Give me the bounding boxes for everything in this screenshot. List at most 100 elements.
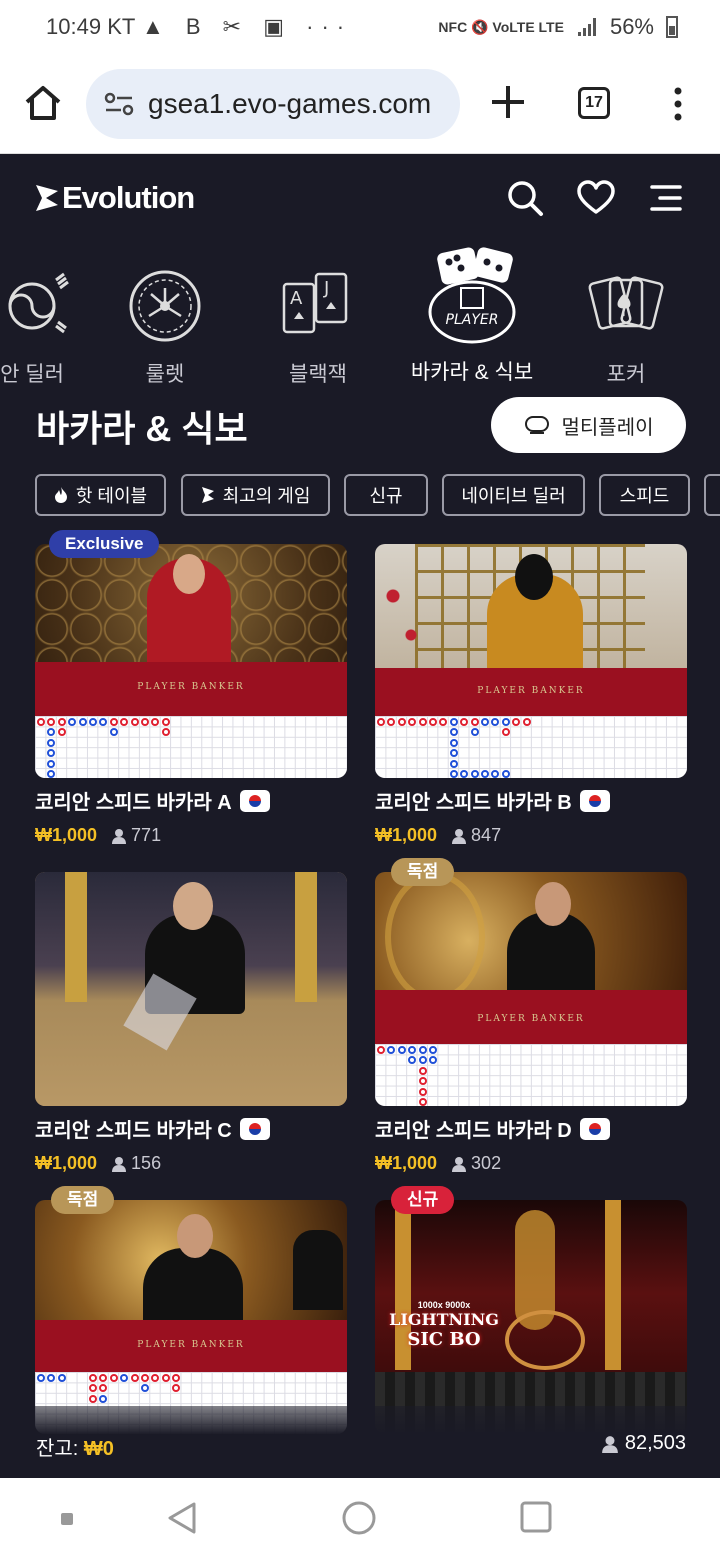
multiplay-button[interactable]: 멀티플레이 (491, 397, 686, 453)
game-thumbnail[interactable]: PLAYER BANKER (35, 1200, 347, 1434)
bead-road (375, 716, 687, 778)
game-name: 코리안 스피드 바카라 C (35, 1114, 347, 1143)
evolution-logo[interactable]: Evolution (34, 180, 195, 216)
game-card[interactable]: Exclusive PLAYER BANKER 코리안 스피드 바카라 A ₩1… (35, 530, 347, 846)
svg-text:A: A (290, 288, 303, 309)
user-icon (112, 1156, 127, 1172)
user-icon (112, 828, 127, 844)
player-count: 771 (111, 825, 161, 846)
table-labels: PLAYER BANKER (137, 1340, 245, 1350)
url-text: gsea1.evo-games.com (148, 88, 432, 119)
notification-icons: ▲ B ✂ ▣ ··· (142, 14, 353, 39)
game-meta: ₩1,000 302 (375, 1153, 687, 1174)
bead-road (375, 1044, 687, 1106)
page-title: 바카라 & 식보 (36, 408, 248, 449)
game-thumbnail[interactable]: PLAYER BANKER (375, 544, 687, 778)
more-menu-icon[interactable] (668, 86, 688, 122)
game-name: 코리안 스피드 바카라 D (375, 1114, 687, 1143)
min-bet: ₩1,000 (35, 1153, 98, 1173)
site-settings-icon[interactable] (104, 92, 134, 116)
korea-flag-icon (579, 1117, 610, 1140)
game-name: 코리안 스피드 바카라 A (35, 786, 347, 815)
korea-flag-icon (239, 789, 270, 812)
category-korean-dealer[interactable]: 안 딜러 (0, 246, 102, 388)
filter-more[interactable] (704, 474, 720, 516)
roulette-icon (129, 270, 201, 342)
game-card[interactable]: PLAYER BANKER 코리안 스피드 바카라 B ₩1,000 847 (375, 544, 687, 846)
back-icon[interactable] (164, 1500, 200, 1536)
overview-icon[interactable] (519, 1500, 553, 1534)
category-poker[interactable]: 포커 (556, 246, 696, 388)
filter-native-dealer[interactable]: 네이티브 딜러 (442, 474, 585, 516)
home-icon[interactable] (22, 82, 64, 124)
korean-dealer-icon (8, 272, 69, 334)
exclusive-badge: 독점 (391, 858, 455, 886)
min-bet: ₩1,000 (375, 825, 438, 845)
game-thumbnail[interactable] (35, 872, 347, 1106)
game-meta: ₩1,000 847 (375, 825, 687, 846)
player-label: PLAYER (446, 312, 499, 328)
game-card[interactable]: 독점 PLAYER BANKER 코리안 스피드 바카라 D ₩1,000 30… (375, 858, 687, 1174)
battery-icon (666, 16, 678, 38)
game-card[interactable]: 코리안 스피드 바카라 C ₩1,000 156 (35, 872, 347, 1174)
user-icon (601, 1435, 618, 1453)
filter-new[interactable]: 신규 (344, 474, 428, 516)
evolution-logo-icon (36, 185, 58, 211)
url-bar[interactable]: gsea1.evo-games.com (86, 69, 460, 139)
poker-cards-icon (588, 276, 664, 330)
category-blackjack[interactable]: AJ 블랙잭 (248, 246, 388, 388)
user-icon (452, 828, 467, 844)
balance-bar: 잔고: ₩0 82,503 (0, 1406, 720, 1478)
user-icon (452, 1156, 467, 1172)
game-name: 코리안 스피드 바카라 B (375, 786, 687, 815)
status-bar: 10:49 KT ▲ B ✂ ▣ ··· NFC 🔇 VoLTE LTE 56% (0, 0, 720, 56)
recents-square-icon[interactable] (60, 1512, 74, 1526)
game-thumbnail[interactable]: PLAYER BANKER (35, 544, 347, 778)
bead-road (35, 716, 347, 778)
search-icon[interactable] (505, 178, 545, 218)
sicbo-logo: 1000x 9000x LIGHTNING SIC BO (389, 1300, 499, 1350)
player-count: 156 (111, 1153, 161, 1174)
browser-toolbar: gsea1.evo-games.com 17 (0, 56, 720, 154)
balance: 잔고: ₩0 (36, 1438, 114, 1460)
table-labels: PLAYER BANKER (137, 682, 245, 692)
status-right: NFC 🔇 VoLTE LTE 56% (438, 14, 678, 40)
filter-top-games[interactable]: 최고의 게임 (181, 474, 330, 516)
category-roulette[interactable]: 룰렛 (95, 246, 235, 388)
multiplay-icon (524, 416, 549, 434)
total-players: 82,503 (601, 1432, 686, 1455)
signal-icon (577, 18, 596, 36)
battery-percent: 56% (609, 14, 654, 39)
min-bet: ₩1,000 (375, 1153, 438, 1173)
korea-flag-icon (579, 789, 610, 812)
evolution-mark-icon (201, 487, 214, 503)
new-badge: 신규 (391, 1186, 455, 1214)
game-meta: ₩1,000 156 (35, 1153, 347, 1174)
exclusive-badge: Exclusive (49, 530, 160, 558)
tab-switcher-button[interactable]: 17 (578, 87, 610, 119)
category-baccarat-sicbo[interactable]: PLAYER 바카라 & 식보 (402, 246, 542, 386)
favorites-heart-icon[interactable] (576, 178, 616, 218)
system-nav-bar (0, 1478, 720, 1560)
table-labels: PLAYER BANKER (477, 1014, 585, 1024)
new-tab-icon[interactable] (488, 82, 528, 122)
status-time: 10:49 KT (46, 14, 136, 39)
home-circle-icon[interactable] (341, 1500, 377, 1536)
blackjack-cards-icon: AJ (282, 272, 348, 334)
game-meta: ₩1,000 771 (35, 825, 347, 846)
game-thumbnail[interactable]: 1000x 9000x LIGHTNING SIC BO (375, 1200, 687, 1434)
game-card[interactable]: 독점 PLAYER BANKER (35, 1186, 347, 1434)
menu-icon[interactable] (646, 178, 686, 218)
table-labels: PLAYER BANKER (477, 686, 585, 696)
game-card[interactable]: 신규 1000x 9000x LIGHTNING SIC BO (375, 1186, 687, 1434)
filter-hot-tables[interactable]: 핫 테이블 (35, 474, 166, 516)
game-thumbnail[interactable]: PLAYER BANKER (375, 872, 687, 1106)
filter-speed[interactable]: 스피드 (599, 474, 690, 516)
site-header: Evolution (0, 154, 720, 246)
dice-player-icon: PLAYER (428, 247, 516, 344)
min-bet: ₩1,000 (35, 825, 98, 845)
system-status-icons: NFC 🔇 VoLTE LTE (438, 18, 564, 35)
svg-text:J: J (323, 278, 329, 299)
exclusive-badge: 독점 (51, 1186, 115, 1214)
flame-icon (54, 487, 67, 503)
